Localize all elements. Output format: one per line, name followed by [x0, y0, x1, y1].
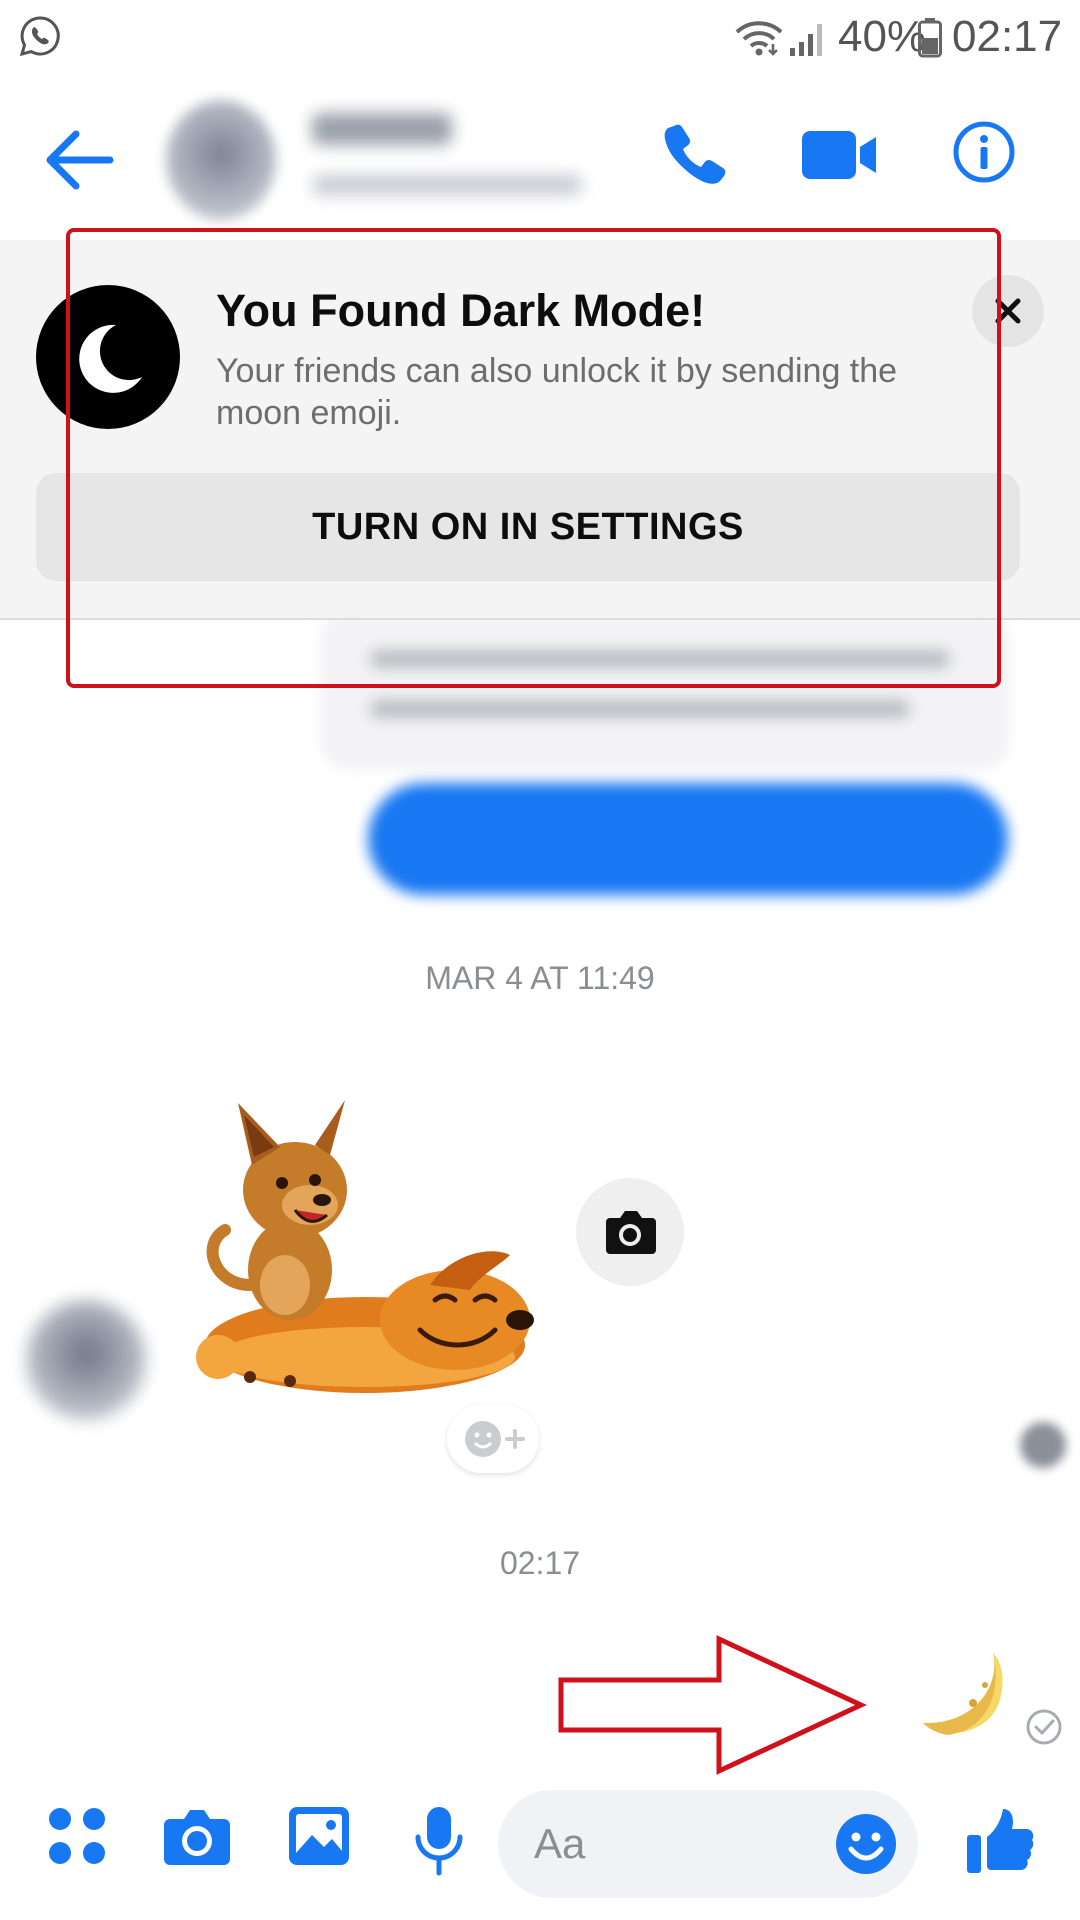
add-reaction-icon — [465, 1421, 525, 1457]
status-clock: 02:17 — [952, 12, 1063, 61]
gallery-icon[interactable] — [287, 1805, 351, 1867]
annotation-arrow — [558, 1635, 867, 1775]
microphone-icon[interactable] — [412, 1805, 466, 1877]
apps-icon[interactable] — [46, 1805, 108, 1867]
message-input[interactable]: Aa — [498, 1790, 918, 1898]
read-receipt-avatar — [1020, 1422, 1066, 1468]
emoji-icon[interactable] — [834, 1812, 898, 1876]
add-reaction-button[interactable] — [447, 1405, 539, 1473]
contact-status-blurred — [312, 175, 582, 195]
timestamp-divider: 02:17 — [499, 1545, 581, 1581]
back-arrow-icon[interactable] — [40, 120, 120, 200]
cat-and-dog-sticker[interactable] — [180, 1095, 545, 1410]
moon-emoji-message[interactable] — [905, 1645, 1005, 1745]
previous-link-bubble-blurred[interactable] — [368, 783, 1008, 895]
camera-icon — [606, 1211, 656, 1254]
whatsapp-icon — [19, 16, 60, 57]
sender-avatar[interactable] — [26, 1300, 146, 1420]
status-bar: 40% 02:17 — [0, 0, 1080, 75]
camera-icon[interactable] — [162, 1805, 232, 1869]
timestamp-divider: MAR 4 AT 11:49 — [425, 960, 655, 996]
wifi-icon — [735, 21, 783, 56]
sticker-camera-button[interactable] — [576, 1178, 684, 1286]
video-camera-icon[interactable] — [800, 125, 880, 185]
thumbs-up-icon[interactable] — [965, 1805, 1037, 1877]
sent-checkmark-icon — [1026, 1709, 1062, 1745]
info-icon[interactable] — [952, 120, 1016, 184]
battery-percent: 40% — [838, 12, 927, 61]
chat-header — [0, 75, 1080, 240]
message-composer: Aa — [0, 1775, 1080, 1920]
phone-icon[interactable] — [660, 120, 730, 190]
annotation-highlight-box — [66, 228, 1001, 688]
signal-icon — [790, 24, 822, 56]
battery-icon — [918, 18, 942, 58]
blurred-text-line — [370, 700, 910, 718]
contact-name-blurred[interactable] — [312, 113, 452, 145]
message-input-placeholder: Aa — [534, 1820, 586, 1867]
contact-avatar[interactable] — [166, 100, 276, 220]
